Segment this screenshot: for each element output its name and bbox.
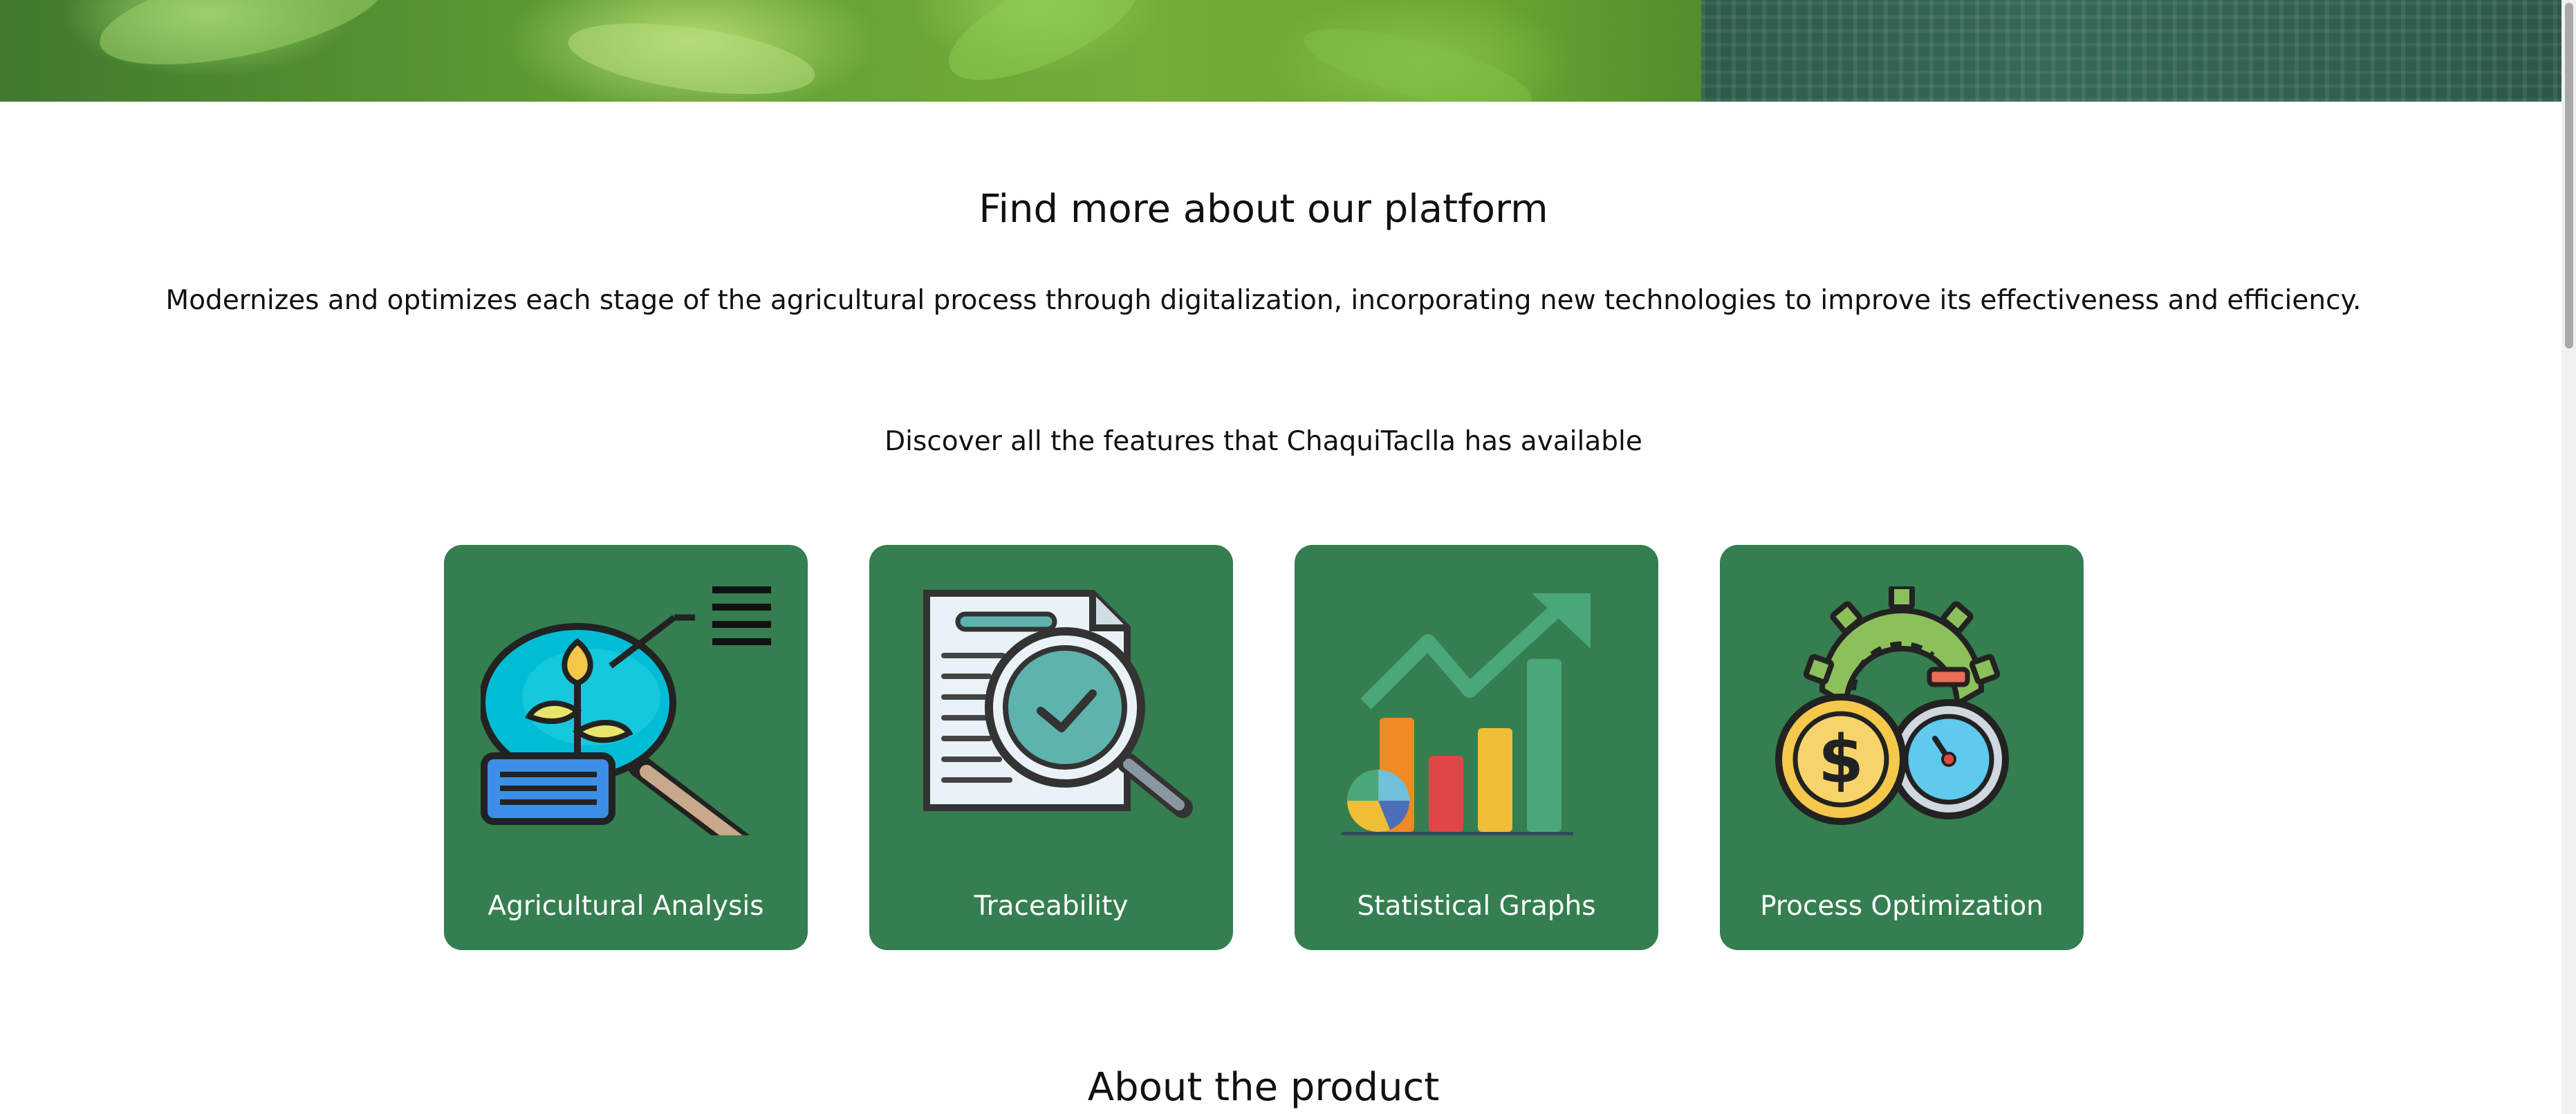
hero-leaf (91, 0, 393, 85)
hero-plaid-shirt (1701, 0, 2561, 102)
feature-card-traceability[interactable]: Traceability (869, 545, 1233, 950)
about-product-title: About the product (1087, 1065, 1440, 1110)
feature-label: Agricultural Analysis (488, 891, 764, 922)
bar-chart-growth-icon (1342, 593, 1591, 835)
feature-card-process-optimization[interactable]: $ Process Optimization (1720, 545, 2084, 950)
hero-banner-image (0, 0, 2561, 102)
feature-label: Process Optimization (1760, 891, 2044, 922)
feature-card-agricultural-analysis[interactable]: Agricultural Analysis (444, 545, 808, 950)
section-description: Modernizes and optimizes each stage of t… (165, 285, 2362, 316)
scrollbar-thumb[interactable] (2565, 3, 2573, 349)
hero-leaf (934, 0, 1155, 102)
coin-stopwatch-icon: $ (1775, 586, 2009, 825)
document-search-icon (923, 590, 1193, 818)
section-title: Find more about our platform (979, 187, 1548, 232)
hero-leaf (564, 10, 819, 102)
feature-label: Traceability (974, 891, 1129, 922)
page-scrollbar[interactable] (2561, 0, 2576, 1114)
svg-text:$: $ (1818, 722, 1864, 798)
plant-magnifier-icon (481, 586, 771, 835)
hero-leaf (1297, 12, 1539, 102)
feature-label: Statistical Graphs (1357, 891, 1596, 922)
feature-card-statistical-graphs[interactable]: Statistical Graphs (1295, 545, 1658, 950)
features-heading: Discover all the features that ChaquiTac… (884, 426, 1642, 457)
